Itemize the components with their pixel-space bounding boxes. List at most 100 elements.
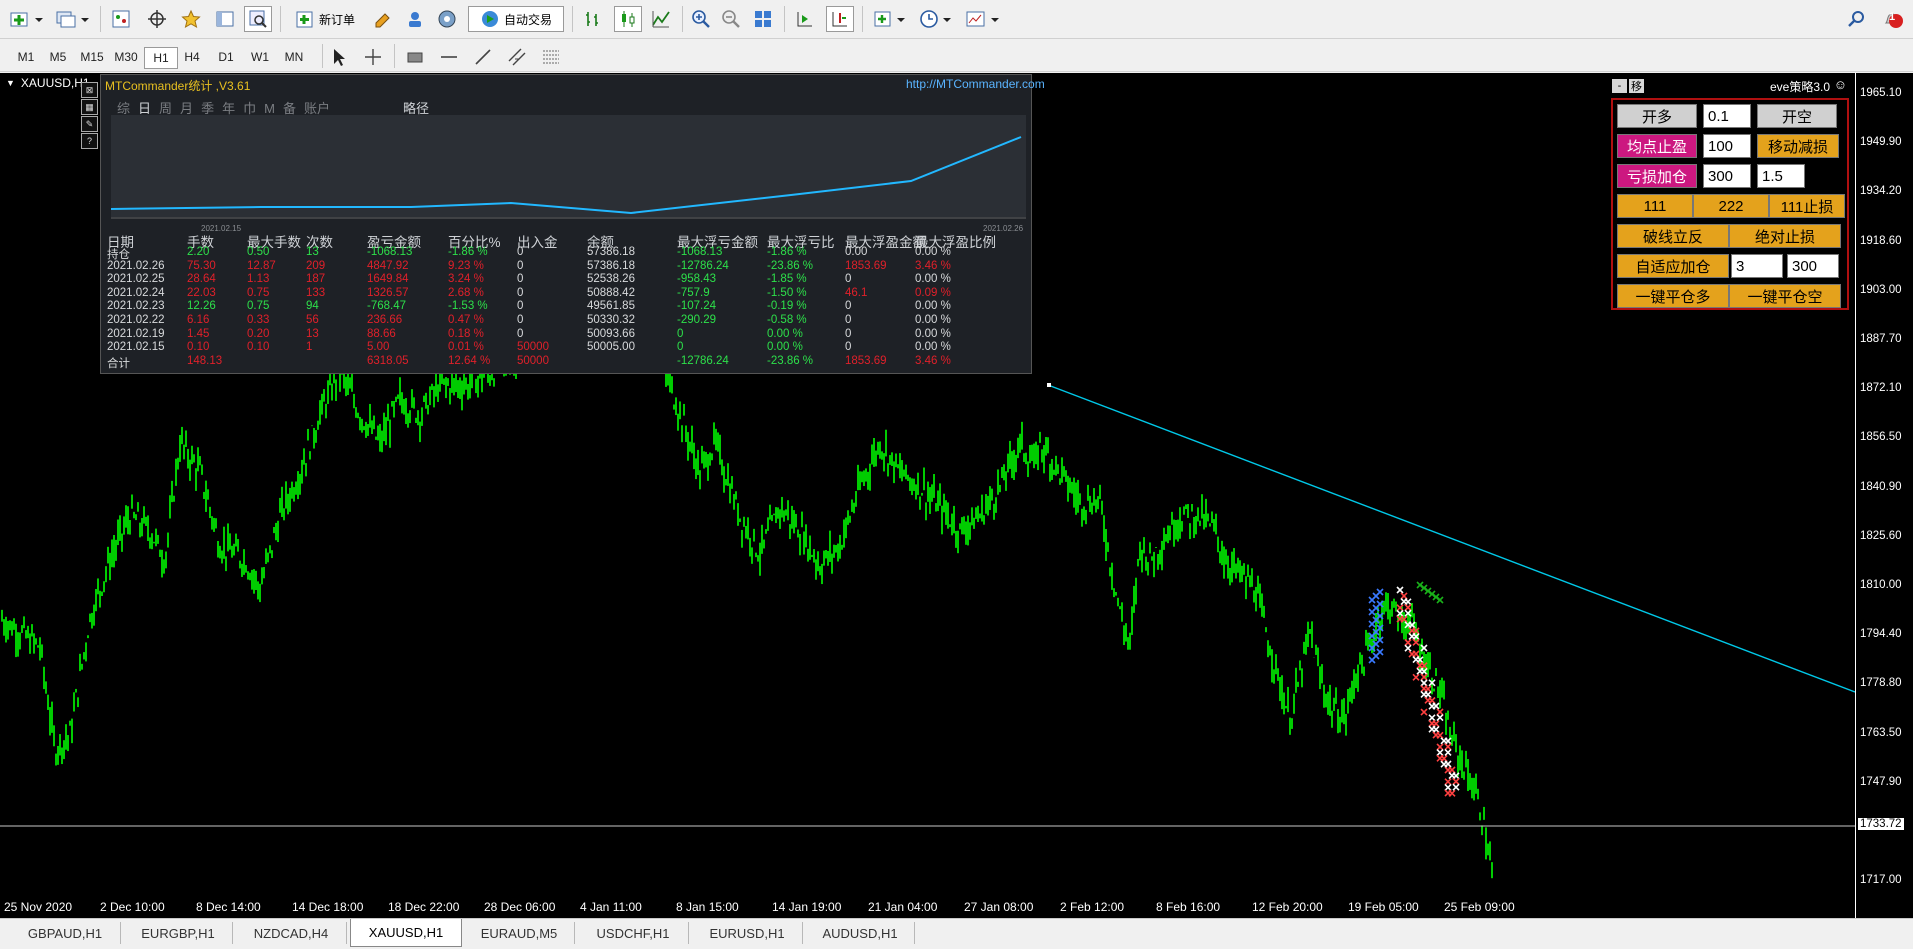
new-order-button[interactable]: 新订单	[286, 6, 364, 32]
trade-marker	[1444, 778, 1452, 786]
eve-title-bar: - 移 eve策略3.0 ☺	[1610, 76, 1850, 96]
eve-move-button[interactable]: 移	[1629, 79, 1644, 93]
absolute-stop-button[interactable]: 绝对止损	[1729, 224, 1841, 248]
periods-icon[interactable]	[916, 6, 956, 32]
templates-icon[interactable]	[962, 6, 1002, 32]
sell-button[interactable]: 开空	[1757, 104, 1837, 128]
timeframe-h4[interactable]: H4	[176, 47, 208, 67]
time-tick-label: 8 Jan 15:00	[676, 900, 739, 914]
lot-size-input[interactable]: 0.1	[1703, 104, 1751, 128]
mtc-tab[interactable]: 月	[180, 101, 193, 116]
trendline-tool-icon[interactable]	[470, 44, 496, 70]
mtc-tab[interactable]: 日	[138, 101, 151, 116]
new-chart-icon[interactable]	[6, 6, 46, 32]
close-all-long-button[interactable]: 一键平仓多	[1617, 284, 1729, 308]
chart-tab[interactable]: EURUSD,H1	[692, 922, 803, 944]
mtc-tab[interactable]: 巾	[243, 101, 256, 116]
fibonacci-tool-icon[interactable]	[538, 44, 564, 70]
new-order-icon	[296, 11, 313, 28]
trendline[interactable]	[1047, 384, 1855, 693]
favorites-icon[interactable]	[178, 6, 204, 32]
chart-shift-icon[interactable]	[826, 6, 854, 32]
loss-add-multiplier-input[interactable]: 1.5	[1757, 164, 1805, 188]
timeframe-m1[interactable]: M1	[10, 47, 42, 67]
chart-menu-arrow-icon[interactable]: ▼	[6, 78, 15, 88]
timeframe-m5[interactable]: M5	[42, 47, 74, 67]
profiles-icon[interactable]	[52, 6, 92, 32]
adaptive-add-button[interactable]: 自适应加仓	[1617, 254, 1729, 278]
trade-marker	[1440, 737, 1448, 745]
cursor-icon[interactable]	[326, 44, 352, 70]
timeframe-m30[interactable]: M30	[110, 47, 142, 67]
channel-tool-icon[interactable]	[504, 44, 530, 70]
mtc-tab[interactable]: M	[264, 101, 275, 116]
panel-chart-icon[interactable]: ▦	[81, 99, 98, 115]
trade-marker	[1396, 586, 1404, 594]
crosshair-icon[interactable]	[144, 6, 170, 32]
crosshair-tool-icon[interactable]	[360, 44, 386, 70]
chart-tab[interactable]: EURAUD,M5	[464, 922, 575, 944]
loss-add-button[interactable]: 亏损加仓	[1617, 164, 1697, 188]
buy-button[interactable]: 开多	[1617, 104, 1697, 128]
button-111[interactable]: 111	[1617, 194, 1693, 218]
panel-help-icon[interactable]: ?	[81, 133, 98, 149]
timeframe-m15[interactable]: M15	[76, 47, 108, 67]
notifications-icon[interactable]: 1	[1878, 6, 1906, 32]
chart-tab[interactable]: AUDUSD,H1	[806, 922, 915, 944]
stats-cell: 6.16	[187, 314, 210, 326]
market-watch-icon[interactable]	[108, 6, 134, 32]
timeframe-h1[interactable]: H1	[144, 47, 178, 69]
break-reverse-button[interactable]: 破线立反	[1617, 224, 1729, 248]
trendline-handle[interactable]	[1047, 383, 1051, 387]
mtc-tab[interactable]: 周	[159, 101, 172, 116]
trade-marker	[1424, 696, 1432, 704]
mtc-tab[interactable]: 季	[201, 101, 214, 116]
timeframe-d1[interactable]: D1	[210, 47, 242, 67]
price-tick-label: 1778.80	[1860, 677, 1902, 690]
avg-take-profit-input[interactable]: 100	[1703, 134, 1751, 158]
eve-controls: 开多 0.1 开空 均点止盈 100 移动减损 亏损加仓 300 1.5 111…	[1611, 98, 1849, 310]
zoom-out-icon[interactable]	[718, 6, 744, 32]
adaptive-add-input-1[interactable]: 3	[1731, 254, 1783, 278]
chart-tab[interactable]: GBPAUD,H1	[10, 922, 121, 944]
auto-scroll-icon[interactable]	[792, 6, 818, 32]
mtc-tab[interactable]: 综	[117, 101, 130, 116]
auto-trading-button[interactable]: 自动交易	[468, 6, 564, 32]
mtc-url-link[interactable]: http://MTCommander.com	[906, 77, 1045, 91]
stats-cell: 1853.69	[845, 354, 887, 367]
market-icon[interactable]	[434, 6, 460, 32]
rectangle-tool-icon[interactable]	[402, 44, 428, 70]
avg-take-profit-button[interactable]: 均点止盈	[1617, 134, 1697, 158]
loss-add-input[interactable]: 300	[1703, 164, 1751, 188]
signals-icon[interactable]	[402, 6, 428, 32]
strategy-tester-icon[interactable]	[244, 6, 272, 32]
horizontal-line-icon[interactable]	[436, 44, 462, 70]
mtc-tab[interactable]: 账户	[304, 101, 330, 116]
zoom-in-icon[interactable]	[688, 6, 714, 32]
chart-tab[interactable]: NZDCAD,H4	[236, 922, 347, 944]
mtc-tab[interactable]: 年	[222, 101, 235, 116]
panel-toggle-icon[interactable]: ⊠	[81, 82, 98, 98]
adaptive-add-input-2[interactable]: 300	[1787, 254, 1839, 278]
chart-tab[interactable]: XAUUSD,H1	[350, 919, 462, 947]
eve-minimize-button[interactable]: -	[1612, 79, 1627, 93]
close-all-short-button[interactable]: 一键平仓空	[1729, 284, 1841, 308]
panel-edit-icon[interactable]: ✎	[81, 116, 98, 132]
line-chart-icon[interactable]	[648, 6, 674, 32]
meta-editor-icon[interactable]	[370, 6, 396, 32]
navigator-icon[interactable]	[212, 6, 238, 32]
button-111-stop[interactable]: 111止损	[1769, 194, 1845, 218]
trailing-stop-button[interactable]: 移动减损	[1757, 134, 1839, 158]
chart-tab[interactable]: EURGBP,H1	[124, 922, 233, 944]
indicators-icon[interactable]	[870, 6, 910, 32]
search-icon[interactable]	[1844, 6, 1870, 32]
bar-chart-icon[interactable]	[580, 6, 606, 32]
chart-tab[interactable]: USDCHF,H1	[578, 922, 689, 944]
mtc-tab[interactable]: 备	[283, 101, 296, 116]
tile-windows-icon[interactable]	[750, 6, 776, 32]
candlestick-chart-icon[interactable]	[614, 6, 642, 32]
button-222[interactable]: 222	[1693, 194, 1769, 218]
equity-curve-panel: 2021.02.15 2021.02.26	[110, 115, 1026, 233]
timeframe-mn[interactable]: MN	[278, 47, 310, 67]
timeframe-w1[interactable]: W1	[244, 47, 276, 67]
